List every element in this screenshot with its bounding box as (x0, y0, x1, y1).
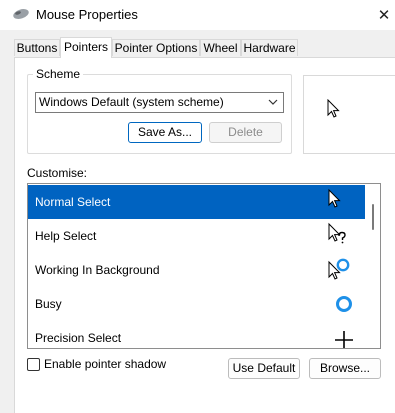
tab-label: Buttons (16, 41, 58, 55)
tab-pointer-options[interactable]: Pointer Options (112, 39, 200, 56)
list-item-label: Busy (35, 297, 62, 311)
save-as-label: Save As... (137, 125, 193, 139)
help-cursor-icon (328, 222, 346, 244)
tab-label: Pointer Options (114, 41, 198, 55)
list-item-normal-select[interactable]: Normal Select (28, 185, 365, 219)
list-item-help-select[interactable]: Help Select (28, 219, 365, 253)
use-default-button[interactable]: Use Default (228, 358, 300, 379)
tab-buttons[interactable]: Buttons (14, 39, 60, 56)
tab-pointers[interactable]: Pointers (60, 37, 112, 58)
scheme-legend: Scheme (33, 67, 84, 81)
save-as-button[interactable]: Save As... (128, 122, 202, 143)
enable-pointer-shadow-checkbox[interactable] (27, 358, 40, 371)
list-item-busy[interactable]: Busy (28, 287, 365, 321)
window-title: Mouse Properties (36, 7, 138, 22)
scheme-dropdown[interactable]: Windows Default (system scheme) (35, 92, 284, 113)
arrow-cursor-icon (328, 188, 341, 208)
close-button[interactable]: ✕ (373, 0, 395, 30)
browse-label: Browse... (319, 361, 370, 375)
tab-label: Hardware (243, 41, 296, 55)
list-item-precision-select[interactable]: Precision Select (28, 321, 365, 348)
list-item-label: Normal Select (35, 195, 111, 209)
mouse-properties-window: Mouse Properties ✕ Buttons Pointers Poin… (0, 0, 395, 413)
chevron-down-icon (268, 99, 278, 105)
delete-label: Delete (228, 125, 263, 139)
close-icon: ✕ (377, 7, 391, 24)
cursor-list[interactable]: Normal Select Help Select Working In Bac… (27, 183, 381, 349)
browse-button[interactable]: Browse... (309, 358, 381, 379)
list-item-label: Working In Background (35, 263, 160, 277)
tab-wheel[interactable]: Wheel (200, 39, 241, 56)
list-item-label: Precision Select (35, 331, 122, 345)
tab-label: Wheel (203, 41, 238, 55)
tab-hardware[interactable]: Hardware (241, 39, 298, 56)
list-item-working-in-background[interactable]: Working In Background (28, 253, 365, 287)
title-bar: Mouse Properties ✕ (0, 0, 395, 30)
working-cursor-icon (328, 258, 350, 280)
delete-button: Delete (209, 122, 282, 143)
list-scrollbar[interactable] (365, 184, 380, 348)
busy-ring-icon (336, 296, 352, 312)
mouse-icon (13, 9, 29, 19)
list-item-label: Help Select (35, 229, 97, 243)
scroll-thumb[interactable] (372, 204, 374, 230)
customise-label: Customise: (27, 166, 88, 180)
cursor-preview (303, 75, 395, 154)
crosshair-icon (335, 331, 353, 348)
arrow-cursor-icon (327, 99, 340, 118)
tab-label: Pointers (63, 40, 109, 54)
enable-pointer-shadow-label[interactable]: Enable pointer shadow (44, 357, 166, 371)
use-default-label: Use Default (232, 361, 296, 375)
scheme-selected-value: Windows Default (system scheme) (39, 95, 224, 109)
